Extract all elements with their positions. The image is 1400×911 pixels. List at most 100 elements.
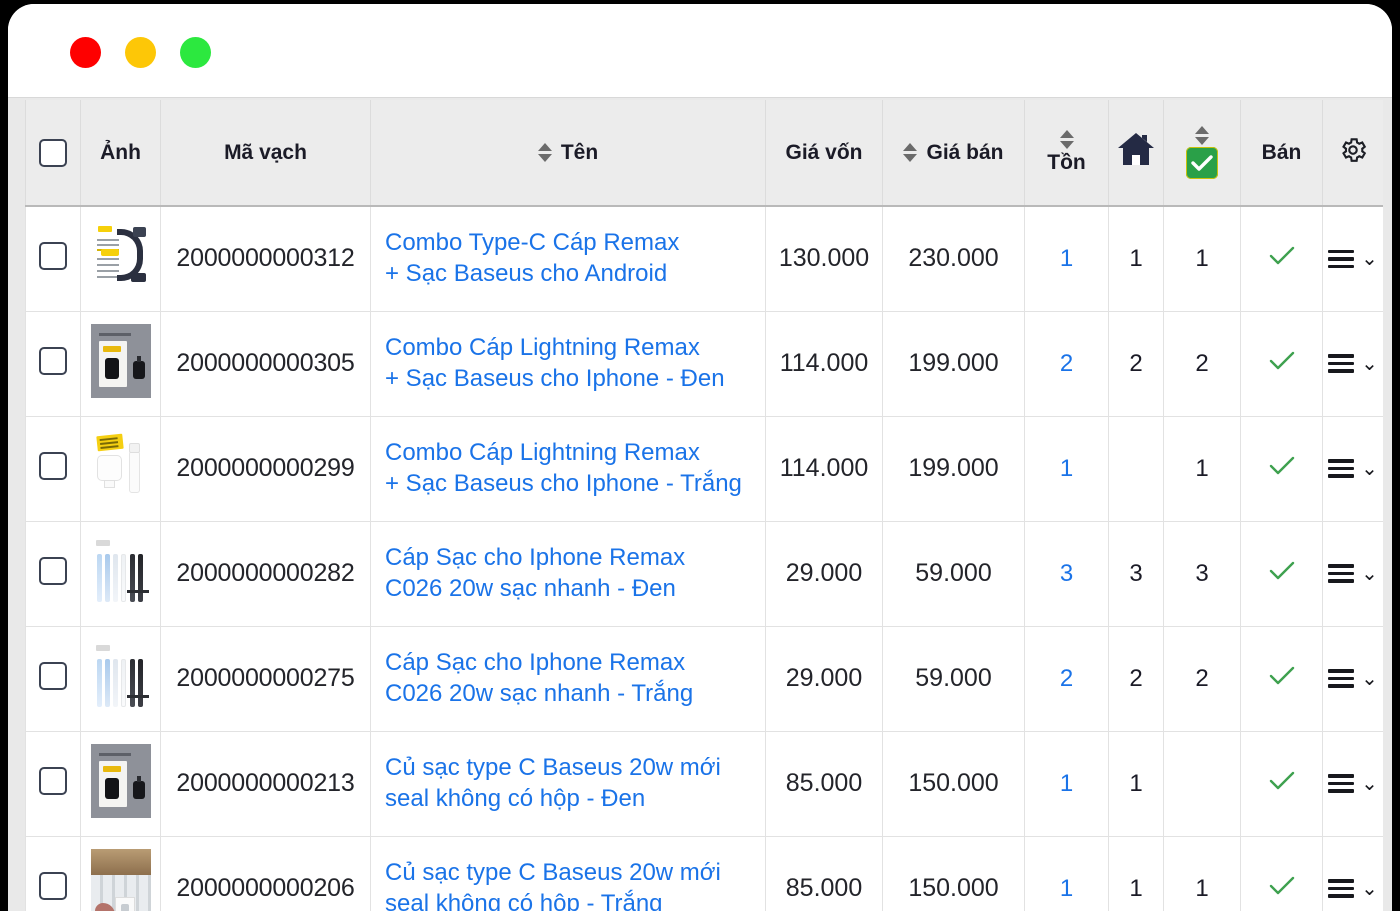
header-name[interactable]: Tên (371, 100, 766, 206)
row-checkbox[interactable] (39, 662, 67, 690)
row-stock-cell[interactable]: 2 (1025, 311, 1109, 416)
row-stock[interactable]: 2 (1060, 350, 1073, 377)
check-icon (1269, 770, 1295, 796)
chevron-down-icon[interactable]: ⌄ (1361, 459, 1378, 479)
row-stock[interactable]: 1 (1060, 875, 1073, 902)
row-stock-cell[interactable]: 1 (1025, 836, 1109, 911)
row-sell-cell[interactable] (1241, 416, 1323, 521)
product-name-link[interactable]: Combo Type-C Cáp Remax+ Sạc Baseus cho A… (385, 228, 759, 289)
row-select-cell[interactable] (26, 416, 81, 521)
row-stock-cell[interactable]: 1 (1025, 731, 1109, 836)
row-name-cell[interactable]: Combo Cáp Lightning Remax+ Sạc Baseus ch… (371, 416, 766, 521)
table-row[interactable]: 2000000000305Combo Cáp Lightning Remax +… (26, 311, 1384, 416)
header-home[interactable] (1109, 100, 1164, 206)
row-sell-cell[interactable] (1241, 626, 1323, 731)
header-barcode-label: Mã vạch (224, 141, 307, 165)
row-checkbox[interactable] (39, 557, 67, 585)
menu-icon[interactable] (1328, 250, 1354, 269)
sort-price-icon[interactable] (903, 143, 917, 162)
header-available[interactable] (1164, 100, 1241, 206)
close-window-button[interactable] (70, 37, 101, 68)
product-name-link[interactable]: Cáp Sạc cho Iphone Remax C026 20w sạc nh… (385, 648, 759, 709)
row-stock[interactable]: 3 (1060, 560, 1073, 587)
row-sell-cell[interactable] (1241, 836, 1323, 911)
chevron-down-icon[interactable]: ⌄ (1361, 564, 1378, 584)
row-select-cell[interactable] (26, 836, 81, 911)
row-available-stock: 1 (1195, 455, 1208, 482)
product-table-container: Ảnh Mã vạch Tên Giá vốn (8, 98, 1392, 911)
row-stock-cell[interactable]: 3 (1025, 521, 1109, 626)
menu-icon[interactable] (1328, 564, 1354, 583)
row-name-cell[interactable]: Combo Type-C Cáp Remax+ Sạc Baseus cho A… (371, 206, 766, 311)
row-actions-cell[interactable]: ⌄ (1323, 626, 1384, 731)
row-actions-cell[interactable]: ⌄ (1323, 521, 1384, 626)
table-body: 2000000000312Combo Type-C Cáp Remax+ Sạc… (26, 206, 1384, 911)
row-stock-cell[interactable]: 1 (1025, 416, 1109, 521)
header-select-all[interactable] (26, 100, 81, 206)
row-checkbox[interactable] (39, 347, 67, 375)
row-actions-cell[interactable]: ⌄ (1323, 206, 1384, 311)
header-price[interactable]: Giá bán (883, 100, 1025, 206)
row-actions-cell[interactable]: ⌄ (1323, 731, 1384, 836)
sort-available-icon[interactable] (1195, 126, 1209, 145)
minimize-window-button[interactable] (125, 37, 156, 68)
chevron-down-icon[interactable]: ⌄ (1361, 354, 1378, 374)
row-actions-cell[interactable]: ⌄ (1323, 311, 1384, 416)
chevron-down-icon[interactable]: ⌄ (1361, 879, 1378, 899)
sort-name-icon[interactable] (538, 143, 552, 162)
row-name-cell[interactable]: Combo Cáp Lightning Remax + Sạc Baseus c… (371, 311, 766, 416)
row-checkbox[interactable] (39, 452, 67, 480)
row-stock[interactable]: 1 (1060, 245, 1073, 272)
row-name-cell[interactable]: Củ sạc type C Baseus 20w mới seal không … (371, 731, 766, 836)
menu-icon[interactable] (1328, 354, 1354, 373)
chevron-down-icon[interactable]: ⌄ (1361, 669, 1378, 689)
table-row[interactable]: 2000000000206Củ sạc type C Baseus 20w mớ… (26, 836, 1384, 911)
select-all-checkbox[interactable] (39, 139, 67, 167)
row-name-cell[interactable]: Cáp Sạc cho Iphone Remax C026 20w sạc nh… (371, 626, 766, 731)
row-sell-cell[interactable] (1241, 206, 1323, 311)
row-stock[interactable]: 2 (1060, 665, 1073, 692)
header-stock[interactable]: Tồn (1025, 100, 1109, 206)
row-stock[interactable]: 1 (1060, 455, 1073, 482)
product-name-line2: seal không có hộp - Trắng (385, 890, 663, 911)
product-name-link[interactable]: Củ sạc type C Baseus 20w mớiseal không c… (385, 858, 759, 911)
header-row: Ảnh Mã vạch Tên Giá vốn (26, 100, 1384, 206)
row-checkbox[interactable] (39, 767, 67, 795)
product-name-link[interactable]: Combo Cáp Lightning Remax + Sạc Baseus c… (385, 333, 759, 394)
row-select-cell[interactable] (26, 521, 81, 626)
table-row[interactable]: 2000000000275Cáp Sạc cho Iphone Remax C0… (26, 626, 1384, 731)
product-name-link[interactable]: Củ sạc type C Baseus 20w mới seal không … (385, 753, 759, 814)
row-stock-cell[interactable]: 1 (1025, 206, 1109, 311)
row-select-cell[interactable] (26, 626, 81, 731)
chevron-down-icon[interactable]: ⌄ (1361, 249, 1378, 269)
menu-icon[interactable] (1328, 459, 1354, 478)
row-actions-cell[interactable]: ⌄ (1323, 416, 1384, 521)
row-select-cell[interactable] (26, 206, 81, 311)
table-row[interactable]: 2000000000312Combo Type-C Cáp Remax+ Sạc… (26, 206, 1384, 311)
row-sell-cell[interactable] (1241, 731, 1323, 836)
row-sell-cell[interactable] (1241, 311, 1323, 416)
table-row[interactable]: 2000000000299Combo Cáp Lightning Remax+ … (26, 416, 1384, 521)
table-row[interactable]: 2000000000213Củ sạc type C Baseus 20w mớ… (26, 731, 1384, 836)
menu-icon[interactable] (1328, 879, 1354, 898)
row-sell-cell[interactable] (1241, 521, 1323, 626)
row-name-cell[interactable]: Củ sạc type C Baseus 20w mớiseal không c… (371, 836, 766, 911)
row-select-cell[interactable] (26, 731, 81, 836)
table-row[interactable]: 2000000000282Cáp Sạc cho Iphone Remax C0… (26, 521, 1384, 626)
gear-icon[interactable] (1338, 135, 1368, 171)
chevron-down-icon[interactable]: ⌄ (1361, 774, 1378, 794)
product-name-link[interactable]: Combo Cáp Lightning Remax+ Sạc Baseus ch… (385, 438, 759, 499)
row-stock-cell[interactable]: 2 (1025, 626, 1109, 731)
row-checkbox[interactable] (39, 872, 67, 900)
row-select-cell[interactable] (26, 311, 81, 416)
row-checkbox[interactable] (39, 242, 67, 270)
header-settings[interactable] (1323, 100, 1384, 206)
menu-icon[interactable] (1328, 669, 1354, 688)
sort-stock-icon[interactable] (1060, 130, 1074, 149)
row-name-cell[interactable]: Cáp Sạc cho Iphone Remax C026 20w sạc nh… (371, 521, 766, 626)
row-stock[interactable]: 1 (1060, 770, 1073, 797)
maximize-window-button[interactable] (180, 37, 211, 68)
product-name-link[interactable]: Cáp Sạc cho Iphone Remax C026 20w sạc nh… (385, 543, 759, 604)
row-actions-cell[interactable]: ⌄ (1323, 836, 1384, 911)
menu-icon[interactable] (1328, 774, 1354, 793)
